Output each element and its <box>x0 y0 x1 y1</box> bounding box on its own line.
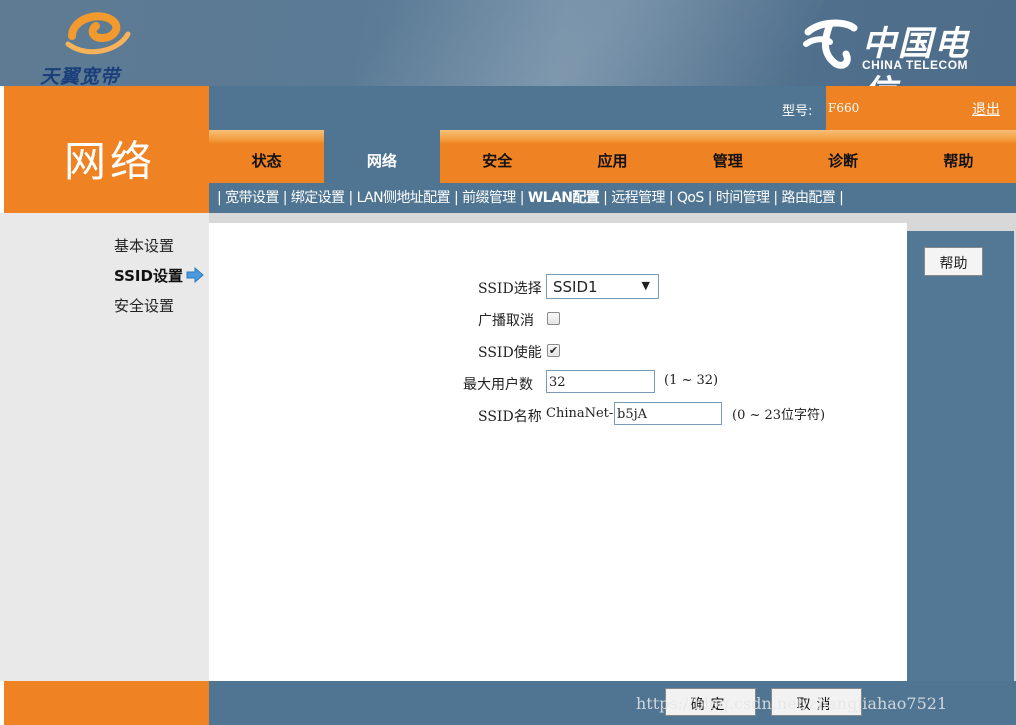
ssid-select-value: SSID1 <box>553 278 598 296</box>
sidemenu-security[interactable]: 安全设置 <box>114 295 204 325</box>
tab-help[interactable]: 帮助 <box>900 130 1016 183</box>
tab-diagnosis[interactable]: 诊断 <box>785 130 901 183</box>
brand-logo-left: 天翼宽带 <box>34 6 144 86</box>
ssid-name-label: SSID名称 <box>478 409 542 425</box>
tab-status[interactable]: 状态 <box>209 130 325 183</box>
header-sheen <box>330 0 850 86</box>
page-title: 网络 <box>64 137 157 186</box>
swirl-logo-icon <box>65 12 131 55</box>
subnav-remote[interactable]: 远程管理 <box>611 190 665 206</box>
model-value: F660 <box>826 86 956 130</box>
sidemenu-basic-label: 基本设置 <box>114 237 175 255</box>
subnav-prefix[interactable]: 前缀管理 <box>462 190 516 206</box>
subnav-binding[interactable]: 绑定设置 <box>291 190 345 206</box>
china-telecom-icon <box>803 19 858 69</box>
broadcast-cancel-label: 广播取消 <box>478 313 534 329</box>
subnav-qos[interactable]: QoS <box>677 190 704 206</box>
sidemenu-security-label: 安全设置 <box>114 297 175 315</box>
subnav-broadband[interactable]: 宽带设置 <box>225 190 279 206</box>
ssid-name-prefix: ChinaNet- <box>546 406 614 421</box>
tab-application[interactable]: 应用 <box>554 130 671 183</box>
arrow-right-icon <box>186 267 204 283</box>
max-users-input[interactable]: 32 <box>546 370 655 393</box>
ssid-select-label: SSID选择 <box>478 281 542 297</box>
model-label: 型号: <box>782 104 813 119</box>
ssid-name-hint: (0 ~ 23位字符) <box>732 408 826 423</box>
subnav-lan-address[interactable]: LAN侧地址配置 <box>357 190 451 206</box>
help-button[interactable]: 帮助 <box>924 247 983 276</box>
subnav-route[interactable]: 路由配置 <box>782 190 836 206</box>
main-tabs: 状态 网络 安全 应用 管理 诊断 帮助 <box>209 130 1016 183</box>
footer-side-bar <box>4 681 209 725</box>
check-icon: ✔ <box>548 344 559 357</box>
help-side-panel <box>907 231 1014 681</box>
tab-network[interactable]: 网络 <box>324 130 440 183</box>
ssid-select[interactable]: SSID1 ▼ <box>546 274 659 299</box>
sidemenu-ssid-label: SSID设置 <box>114 267 183 285</box>
tab-management[interactable]: 管理 <box>670 130 786 183</box>
brand-logo-right: 中国电信 CHINA TELECOM <box>800 12 1000 86</box>
subnav-time[interactable]: 时间管理 <box>716 190 770 206</box>
brand-right-en: CHINA TELECOM <box>862 58 969 72</box>
sidemenu-basic[interactable]: 基本设置 <box>114 235 204 265</box>
tab-security[interactable]: 安全 <box>439 130 555 183</box>
sub-nav: | 宽带设置 | 绑定设置 | LAN侧地址配置 | 前缀管理 | WLAN配置 | 远程管理 | QoS… <box>209 183 1016 213</box>
ssid-enable-label: SSID使能 <box>478 345 542 361</box>
broadcast-cancel-checkbox[interactable] <box>547 312 560 325</box>
max-users-label: 最大用户数 <box>463 377 533 393</box>
watermark-text: https://blog.csdn.net/zhangjiahao7521 <box>636 694 948 713</box>
sidemenu-ssid[interactable]: SSID设置 <box>114 265 204 295</box>
brand-left-text: 天翼宽带 <box>40 66 121 86</box>
brand-right-cn: 中国电信 <box>862 24 970 86</box>
subnav-wlan[interactable]: WLAN配置 <box>528 190 600 206</box>
logout-link[interactable]: 退出 <box>956 86 1016 130</box>
ssid-name-input[interactable]: b5jA <box>614 402 722 425</box>
max-users-hint: (1 ~ 32) <box>664 373 719 388</box>
ssid-enable-checkbox[interactable]: ✔ <box>547 344 560 357</box>
side-menu: 基本设置 SSID设置 安全设置 <box>114 235 204 325</box>
header-banner: 天翼宽带 中国电信 CHINA TELECOM <box>0 0 1016 86</box>
chevron-down-icon: ▼ <box>641 279 650 292</box>
